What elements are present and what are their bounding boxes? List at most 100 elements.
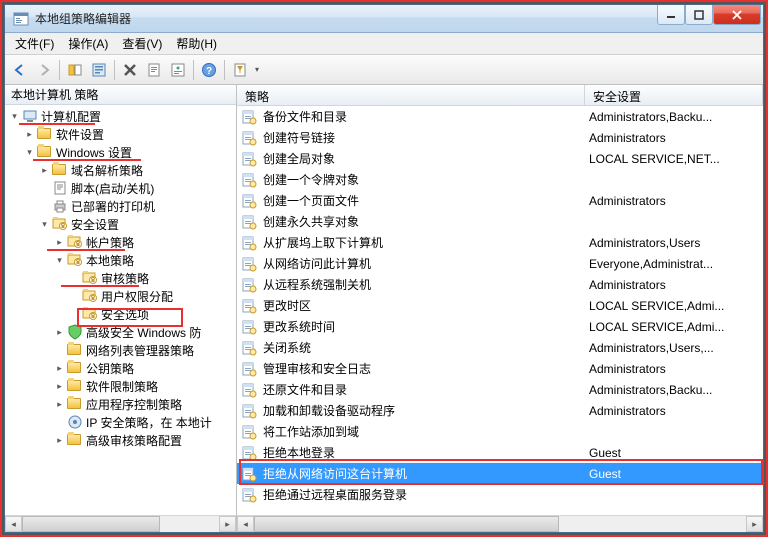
dropdown-icon[interactable]: ▾ bbox=[253, 65, 261, 74]
list-row[interactable]: 从远程系统强制关机Administrators bbox=[237, 274, 763, 295]
menu-action[interactable]: 操作(A) bbox=[62, 33, 114, 54]
tree-item[interactable]: 用户权限分配 bbox=[5, 287, 236, 305]
tree-label: IP 安全策略，在 本地计 bbox=[86, 414, 212, 431]
svg-text:?: ? bbox=[206, 66, 212, 77]
expand-icon[interactable]: ▸ bbox=[54, 399, 65, 410]
action-properties-button[interactable] bbox=[167, 59, 189, 81]
policy-name: 创建一个令牌对象 bbox=[263, 171, 589, 188]
tree-icon bbox=[37, 144, 53, 160]
tree-item[interactable]: ▾安全设置 bbox=[5, 215, 236, 233]
list-h-scrollbar[interactable]: ◂ ▸ bbox=[237, 515, 763, 532]
list-row[interactable]: 加载和卸载设备驱动程序Administrators bbox=[237, 400, 763, 421]
tree-item[interactable]: 已部署的打印机 bbox=[5, 197, 236, 215]
policy-value: Administrators bbox=[589, 131, 763, 145]
policy-value: Administrators,Backu... bbox=[589, 110, 763, 124]
list-row[interactable]: 管理审核和安全日志Administrators bbox=[237, 358, 763, 379]
tree-item[interactable]: ▾本地策略 bbox=[5, 251, 236, 269]
list-row[interactable]: 创建符号链接Administrators bbox=[237, 127, 763, 148]
app-icon bbox=[13, 11, 29, 27]
list-row[interactable]: 从扩展坞上取下计算机Administrators,Users bbox=[237, 232, 763, 253]
column-policy[interactable]: 策略 bbox=[237, 85, 585, 105]
tree-item[interactable]: ▸ 公钥策略 bbox=[5, 359, 236, 377]
expand-icon[interactable] bbox=[69, 309, 80, 320]
policy-name: 拒绝通过远程桌面服务登录 bbox=[263, 486, 589, 503]
help-button[interactable]: ? bbox=[198, 59, 220, 81]
back-button[interactable] bbox=[9, 59, 31, 81]
tree-item[interactable]: ▸高级审核策略配置 bbox=[5, 431, 236, 449]
list-row[interactable]: 创建一个页面文件Administrators bbox=[237, 190, 763, 211]
tree-label: 高级安全 Windows 防 bbox=[86, 324, 201, 341]
expand-icon[interactable]: ▾ bbox=[54, 255, 65, 266]
tree-icon bbox=[82, 306, 98, 322]
delete-button[interactable] bbox=[119, 59, 141, 81]
menu-file[interactable]: 文件(F) bbox=[9, 33, 60, 54]
tree-label: 计算机配置 bbox=[41, 108, 101, 125]
expand-icon[interactable]: ▸ bbox=[54, 237, 65, 248]
tree-item[interactable]: ▸软件设置 bbox=[5, 125, 236, 143]
policy-name: 从扩展坞上取下计算机 bbox=[263, 234, 589, 251]
menu-bar: 文件(F) 操作(A) 查看(V) 帮助(H) bbox=[5, 33, 763, 55]
expand-icon[interactable] bbox=[54, 417, 65, 428]
policy-value: Administrators bbox=[589, 194, 763, 208]
filter-button[interactable] bbox=[229, 59, 251, 81]
close-button[interactable] bbox=[713, 5, 761, 25]
tree-item[interactable]: ▸ 高级安全 Windows 防 bbox=[5, 323, 236, 341]
list-row[interactable]: 创建一个令牌对象 bbox=[237, 169, 763, 190]
forward-button[interactable] bbox=[33, 59, 55, 81]
menu-help[interactable]: 帮助(H) bbox=[170, 33, 223, 54]
expand-icon[interactable]: ▾ bbox=[9, 111, 20, 122]
list-row[interactable]: 备份文件和目录Administrators,Backu... bbox=[237, 106, 763, 127]
tree-label: 审核策略 bbox=[101, 270, 149, 287]
expand-icon[interactable]: ▸ bbox=[54, 381, 65, 392]
tree-item[interactable]: 网络列表管理器策略 bbox=[5, 341, 236, 359]
minimize-button[interactable] bbox=[657, 5, 685, 25]
list-row[interactable]: 更改时区LOCAL SERVICE,Admi... bbox=[237, 295, 763, 316]
list-row[interactable]: 还原文件和目录Administrators,Backu... bbox=[237, 379, 763, 400]
expand-icon[interactable] bbox=[54, 345, 65, 356]
maximize-button[interactable] bbox=[685, 5, 713, 25]
expand-icon[interactable]: ▸ bbox=[54, 363, 65, 374]
expand-icon[interactable]: ▾ bbox=[24, 147, 35, 158]
tree-header[interactable]: 本地计算机 策略 bbox=[5, 85, 236, 105]
expand-icon[interactable]: ▸ bbox=[39, 165, 50, 176]
tree-h-scrollbar[interactable]: ◂ ▸ bbox=[5, 515, 236, 532]
list-row[interactable]: 关闭系统Administrators,Users,... bbox=[237, 337, 763, 358]
menu-view[interactable]: 查看(V) bbox=[116, 33, 168, 54]
tree-label: 公钥策略 bbox=[86, 360, 134, 377]
tree-item[interactable]: IP 安全策略，在 本地计 bbox=[5, 413, 236, 431]
show-hide-tree-button[interactable] bbox=[64, 59, 86, 81]
tree-label: 用户权限分配 bbox=[101, 288, 173, 305]
list-row[interactable]: 拒绝本地登录Guest bbox=[237, 442, 763, 463]
policy-name: 从网络访问此计算机 bbox=[263, 255, 589, 272]
tree-icon bbox=[82, 288, 98, 304]
policy-icon bbox=[241, 172, 257, 188]
list-row[interactable]: 更改系统时间LOCAL SERVICE,Admi... bbox=[237, 316, 763, 337]
expand-icon[interactable]: ▸ bbox=[24, 129, 35, 140]
list-row[interactable]: 从网络访问此计算机Everyone,Administrat... bbox=[237, 253, 763, 274]
expand-icon[interactable]: ▸ bbox=[54, 327, 65, 338]
tree-item[interactable]: ▸应用程序控制策略 bbox=[5, 395, 236, 413]
expand-icon[interactable] bbox=[39, 183, 50, 194]
list-row[interactable]: 创建全局对象LOCAL SERVICE,NET... bbox=[237, 148, 763, 169]
expand-icon[interactable]: ▸ bbox=[54, 435, 65, 446]
policy-name: 更改系统时间 bbox=[263, 318, 589, 335]
titlebar: 本地组策略编辑器 bbox=[5, 5, 763, 33]
list-row[interactable]: 拒绝通过远程桌面服务登录 bbox=[237, 484, 763, 505]
tree-item[interactable]: ▸域名解析策略 bbox=[5, 161, 236, 179]
expand-icon[interactable]: ▾ bbox=[39, 219, 50, 230]
column-security[interactable]: 安全设置 bbox=[585, 85, 763, 105]
tree-item[interactable]: 脚本(启动/关机) bbox=[5, 179, 236, 197]
tree-item[interactable]: 安全选项 bbox=[5, 305, 236, 323]
list-row[interactable]: 将工作站添加到域 bbox=[237, 421, 763, 442]
list-row[interactable]: 拒绝从网络访问这台计算机Guest bbox=[237, 463, 763, 484]
expand-icon[interactable] bbox=[39, 201, 50, 212]
list-row[interactable]: 创建永久共享对象 bbox=[237, 211, 763, 232]
expand-icon[interactable] bbox=[69, 273, 80, 284]
tree-item[interactable]: ▸软件限制策略 bbox=[5, 377, 236, 395]
policy-icon bbox=[241, 298, 257, 314]
policy-value: Administrators,Backu... bbox=[589, 383, 763, 397]
tree-icon bbox=[52, 216, 68, 232]
properties-button[interactable] bbox=[88, 59, 110, 81]
export-list-button[interactable] bbox=[143, 59, 165, 81]
expand-icon[interactable] bbox=[69, 291, 80, 302]
